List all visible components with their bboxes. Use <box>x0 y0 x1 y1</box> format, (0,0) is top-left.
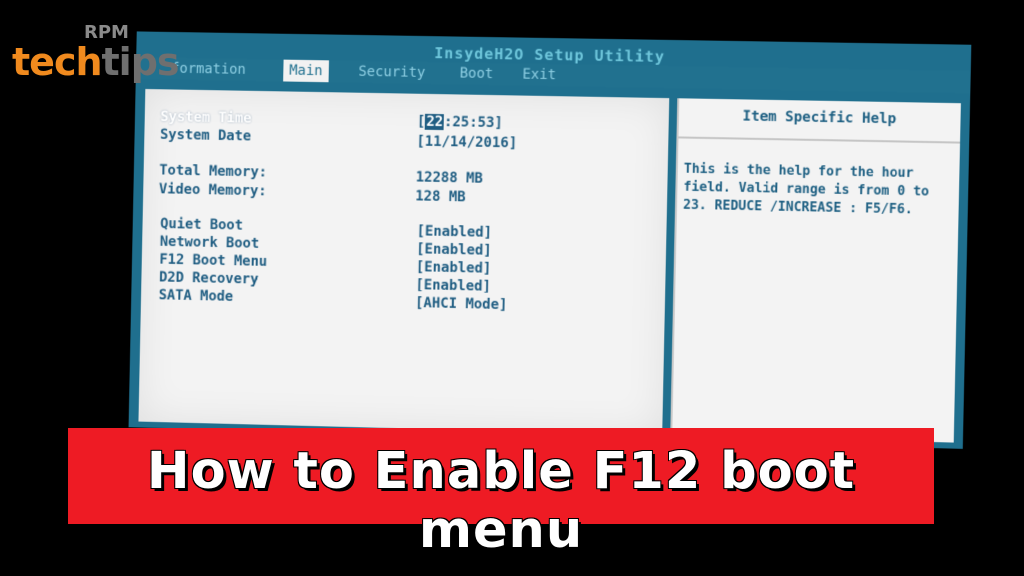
quiet-boot-label[interactable]: Quiet Boot <box>160 216 243 234</box>
help-header: Item Specific Help <box>678 98 961 144</box>
logo-part-tech: tech <box>12 40 103 84</box>
tab-security[interactable]: Security <box>352 61 431 84</box>
system-time-label[interactable]: System Time <box>160 109 251 127</box>
system-time-rest: :25:53] <box>443 114 503 132</box>
d2d-recovery-value[interactable]: [Enabled] <box>415 277 491 295</box>
video-memory-value: 128 MB <box>415 188 466 206</box>
tab-exit[interactable]: Exit <box>516 63 562 86</box>
system-date-value[interactable]: [11/14/2016] <box>416 134 517 152</box>
network-boot-label[interactable]: Network Boot <box>160 234 260 252</box>
system-time-hour[interactable]: 22 <box>425 113 445 131</box>
system-time-value[interactable]: [22:25:53] <box>417 114 503 132</box>
sata-mode-value[interactable]: [AHCI Mode] <box>415 295 508 313</box>
title-banner: How to Enable F12 boot menu <box>68 428 934 560</box>
help-text: This is the help for the hour field. Val… <box>682 161 930 218</box>
network-boot-value[interactable]: [Enabled] <box>416 241 492 259</box>
tab-boot[interactable]: Boot <box>453 62 499 85</box>
f12-boot-menu-value[interactable]: [Enabled] <box>416 259 492 277</box>
quiet-boot-value[interactable]: [Enabled] <box>416 223 492 241</box>
total-memory-value: 12288 MB <box>415 169 483 187</box>
total-memory-label: Total Memory: <box>159 162 268 181</box>
logo-part-tips: tips <box>101 40 180 84</box>
settings-pane: System Time [22:25:53] System Date [11/1… <box>138 88 670 436</box>
tab-main[interactable]: Main <box>283 59 329 83</box>
sata-mode-label[interactable]: SATA Mode <box>159 287 234 305</box>
help-pane: Item Specific Help This is the help for … <box>670 98 961 443</box>
bios-screen: InsydeH2O Setup Utility formation Main S… <box>128 31 972 449</box>
banner-title: How to Enable F12 boot menu <box>146 442 856 560</box>
video-memory-label: Video Memory: <box>158 181 267 200</box>
system-date-label[interactable]: System Date <box>160 127 251 145</box>
f12-boot-menu-label[interactable]: F12 Boot Menu <box>159 252 267 270</box>
logo-wordmark: techtips <box>12 40 180 84</box>
d2d-recovery-label[interactable]: D2D Recovery <box>159 270 259 288</box>
techtips-logo: RPM techtips <box>12 18 192 88</box>
